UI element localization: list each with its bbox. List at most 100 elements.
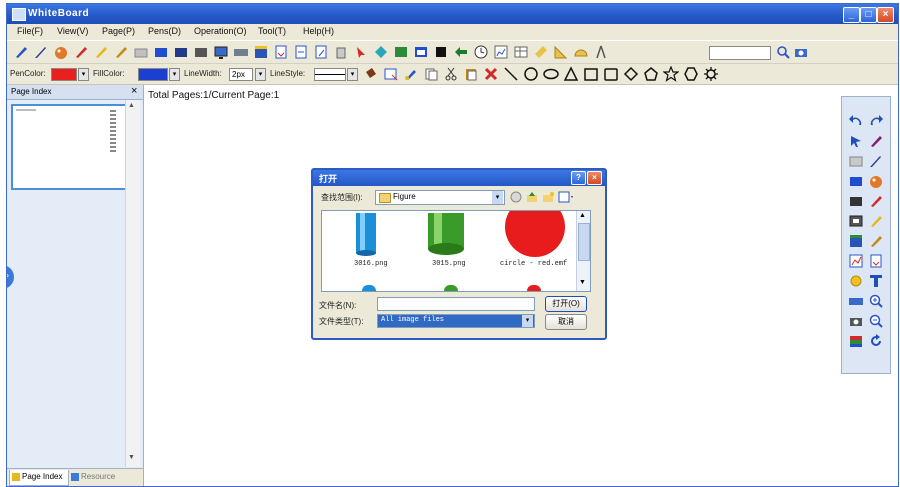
pencil-icon[interactable]	[113, 44, 129, 60]
delete-icon[interactable]	[483, 66, 499, 82]
curtain-tool-icon[interactable]	[848, 233, 864, 249]
bucket-icon[interactable]	[363, 66, 379, 82]
zoom-in-icon[interactable]	[868, 293, 884, 309]
maximize-button[interactable]: □	[860, 7, 877, 23]
pointer-red-icon[interactable]	[353, 44, 369, 60]
eraser-icon[interactable]	[133, 44, 149, 60]
table-icon[interactable]	[513, 44, 529, 60]
filetype-dropdown-icon[interactable]: ▾	[522, 315, 533, 327]
image-icon[interactable]	[393, 44, 409, 60]
keyboard-icon[interactable]	[233, 44, 249, 60]
rounded-rect-tool-icon[interactable]	[603, 66, 619, 82]
diamond-icon[interactable]	[373, 44, 389, 60]
star-tool-icon[interactable]	[663, 66, 679, 82]
file-scroll-down-icon[interactable]: ▼	[579, 279, 586, 286]
up-folder-icon[interactable]	[525, 190, 539, 204]
dark-fill-tool-icon[interactable]	[848, 193, 864, 209]
line-width-dropdown[interactable]: ▾	[255, 68, 266, 81]
chart-tool-icon[interactable]	[848, 253, 864, 269]
text-tool-icon[interactable]	[868, 273, 884, 289]
fill-rect-navy-icon[interactable]	[173, 44, 189, 60]
panel-close-icon[interactable]: ×	[131, 85, 137, 97]
eraser-tool-icon[interactable]	[848, 153, 864, 169]
menu-operation[interactable]: Operation(O)	[194, 26, 247, 36]
file-item-3015[interactable]: 3015.png	[416, 213, 476, 275]
fill-rect-gray-icon[interactable]	[193, 44, 209, 60]
zoom-icon[interactable]	[775, 44, 791, 60]
blue-fill-tool-icon[interactable]	[848, 173, 864, 189]
file-item-3016[interactable]: 3016.png	[336, 213, 396, 275]
spotlight-icon[interactable]	[848, 273, 864, 289]
menu-pens[interactable]: Pens(D)	[148, 26, 181, 36]
filename-input[interactable]	[377, 297, 535, 311]
tab-page-index[interactable]: Page Index	[9, 470, 69, 486]
camera-tool-icon[interactable]	[848, 313, 864, 329]
screen-tool-icon[interactable]	[848, 213, 864, 229]
page-blue-icon[interactable]	[293, 44, 309, 60]
menu-tool[interactable]: Tool(T)	[258, 26, 286, 36]
palette-tool-icon[interactable]	[868, 173, 884, 189]
fill-color-dropdown[interactable]: ▾	[169, 68, 180, 81]
diamond-tool-icon[interactable]	[623, 66, 639, 82]
file-scroll-up-icon[interactable]: ▲	[579, 212, 586, 219]
look-in-dropdown-icon[interactable]: ▾	[492, 191, 503, 204]
layers-icon[interactable]	[848, 333, 864, 349]
arrow-left-icon[interactable]	[453, 44, 469, 60]
page-thumbnail[interactable]	[11, 104, 127, 190]
view-menu-icon[interactable]	[557, 190, 575, 204]
zoom-out-icon[interactable]	[868, 313, 884, 329]
red-marker-tool-icon[interactable]	[868, 193, 884, 209]
brush-tool-icon[interactable]	[868, 153, 884, 169]
redo-icon[interactable]	[868, 113, 884, 129]
new-folder-icon[interactable]	[541, 190, 555, 204]
ellipse-tool-icon[interactable]	[543, 66, 559, 82]
pen-tool-icon[interactable]	[868, 133, 884, 149]
page-index-scrollbar[interactable]: ▲ ▼	[125, 100, 140, 467]
chart-icon[interactable]	[493, 44, 509, 60]
camera-icon[interactable]	[793, 44, 809, 60]
filetype-select[interactable]: All image files ▾	[377, 314, 535, 328]
pen-icon[interactable]	[13, 44, 29, 60]
look-in-select[interactable]: Figure ▾	[375, 190, 505, 205]
cancel-button[interactable]: 取消	[545, 314, 587, 330]
compass-icon[interactable]	[593, 44, 609, 60]
close-button[interactable]: ×	[877, 7, 894, 23]
highlighter-icon[interactable]	[93, 44, 109, 60]
page-tool-icon[interactable]	[868, 253, 884, 269]
pencil-tool-icon[interactable]	[868, 233, 884, 249]
triangle-ruler-icon[interactable]	[553, 44, 569, 60]
gear-shape-tool-icon[interactable]	[703, 66, 719, 82]
rectangle-tool-icon[interactable]	[583, 66, 599, 82]
menu-help[interactable]: Help(H)	[303, 26, 334, 36]
palette-icon[interactable]	[53, 44, 69, 60]
screen-icon[interactable]	[213, 44, 229, 60]
line-style-select[interactable]	[314, 68, 346, 81]
file-list-scrollbar[interactable]: ▲ ▼	[576, 211, 590, 291]
tab-resource[interactable]: Resource	[69, 470, 125, 485]
select-arrow-icon[interactable]	[848, 133, 864, 149]
undo-icon[interactable]	[848, 113, 864, 129]
curtain-icon[interactable]	[253, 44, 269, 60]
menu-view[interactable]: View(V)	[57, 26, 88, 36]
circle-tool-icon[interactable]	[523, 66, 539, 82]
pen-color-swatch[interactable]	[51, 68, 77, 81]
pen-color-dropdown[interactable]: ▾	[78, 68, 89, 81]
trash-icon[interactable]	[333, 44, 349, 60]
pentagon-tool-icon[interactable]	[643, 66, 659, 82]
protractor-icon[interactable]	[573, 44, 589, 60]
clock-icon[interactable]	[473, 44, 489, 60]
black-square-icon[interactable]	[433, 44, 449, 60]
keyboard-tool-icon[interactable]	[848, 293, 864, 309]
page-edit-icon[interactable]	[313, 44, 329, 60]
refresh-icon[interactable]	[868, 333, 884, 349]
triangle-tool-icon[interactable]	[563, 66, 579, 82]
line-width-select[interactable]: 2px	[229, 68, 253, 81]
line-tool-icon[interactable]	[503, 66, 519, 82]
minimize-button[interactable]: _	[843, 7, 860, 23]
hexagon-tool-icon[interactable]	[683, 66, 699, 82]
paste-icon[interactable]	[463, 66, 479, 82]
scroll-down-icon[interactable]: ▼	[128, 454, 135, 461]
red-marker-icon[interactable]	[73, 44, 89, 60]
ruler-icon[interactable]	[533, 44, 549, 60]
page-red-icon[interactable]	[273, 44, 289, 60]
